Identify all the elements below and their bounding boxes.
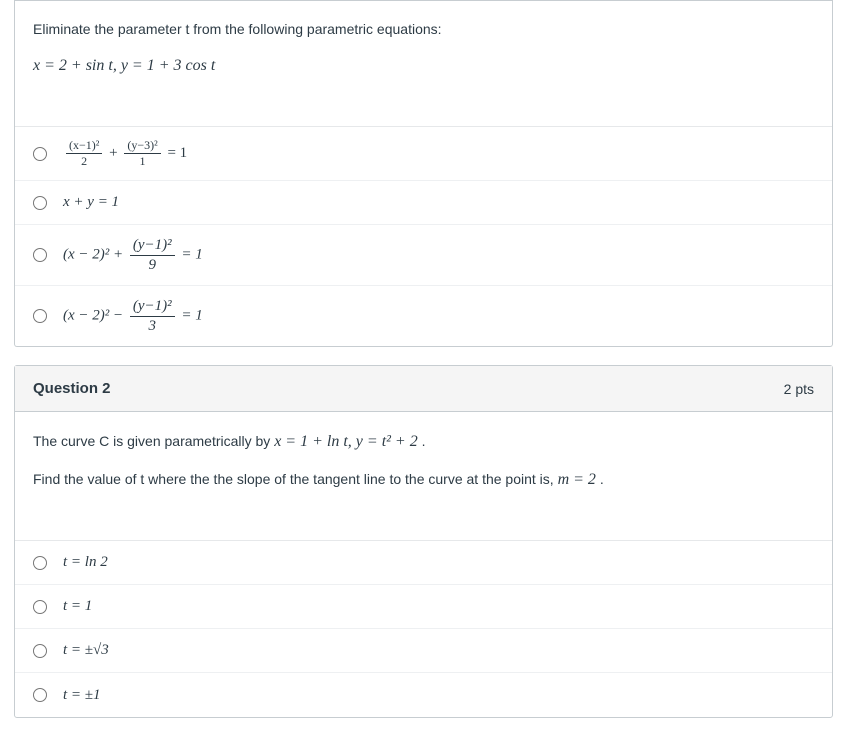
q1-radio-d[interactable]	[33, 309, 47, 323]
q1-label-b: x + y = 1	[63, 194, 119, 211]
q2-pts: 2 pts	[784, 381, 814, 397]
question-header-2: Question 2 2 pts	[15, 366, 832, 412]
question-card-1: Eliminate the parameter t from the follo…	[14, 0, 833, 347]
q2-label-a: t = ln 2	[63, 554, 108, 571]
q2-label-c: t = ±√3	[63, 642, 109, 659]
q1-radio-a[interactable]	[33, 147, 47, 161]
q2-label-d: t = ±1	[63, 687, 101, 704]
q2-option-c[interactable]: t = ±√3	[15, 629, 832, 673]
q1-label-c: (x − 2)² + (y−1)² 9 = 1	[63, 237, 203, 273]
question-card-2: Question 2 2 pts The curve C is given pa…	[14, 365, 833, 718]
q2-radio-c[interactable]	[33, 644, 47, 658]
q2-prompt-2: Find the value of t where the the slope …	[33, 468, 814, 492]
q1-equation: x = 2 + sin t, y = 1 + 3 cos t	[33, 54, 814, 78]
q1-answers: (x−1)² 2 + (y−3)² 1 = 1 x + y = 1 (x − 2…	[15, 126, 832, 346]
q1-option-b[interactable]: x + y = 1	[15, 181, 832, 225]
q2-option-a[interactable]: t = ln 2	[15, 541, 832, 585]
q2-option-d[interactable]: t = ±1	[15, 673, 832, 717]
q1-option-a[interactable]: (x−1)² 2 + (y−3)² 1 = 1	[15, 127, 832, 181]
q2-title: Question 2	[33, 380, 111, 397]
q2-radio-d[interactable]	[33, 688, 47, 702]
q2-prompt-1: The curve C is given parametrically by x…	[33, 430, 814, 454]
q1-label-a: (x−1)² 2 + (y−3)² 1 = 1	[63, 139, 187, 168]
q2-answers: t = ln 2 t = 1 t = ±√3 t = ±1	[15, 540, 832, 717]
q2-option-b[interactable]: t = 1	[15, 585, 832, 629]
q2-radio-b[interactable]	[33, 600, 47, 614]
q1-radio-c[interactable]	[33, 248, 47, 262]
q1-option-d[interactable]: (x − 2)² − (y−1)² 3 = 1	[15, 286, 832, 346]
question-body-1: Eliminate the parameter t from the follo…	[15, 1, 832, 100]
q1-radio-b[interactable]	[33, 196, 47, 210]
question-body-2: The curve C is given parametrically by x…	[15, 412, 832, 514]
q2-radio-a[interactable]	[33, 556, 47, 570]
q1-option-c[interactable]: (x − 2)² + (y−1)² 9 = 1	[15, 225, 832, 286]
q1-prompt: Eliminate the parameter t from the follo…	[33, 19, 814, 40]
q2-label-b: t = 1	[63, 598, 92, 615]
q1-label-d: (x − 2)² − (y−1)² 3 = 1	[63, 298, 203, 334]
